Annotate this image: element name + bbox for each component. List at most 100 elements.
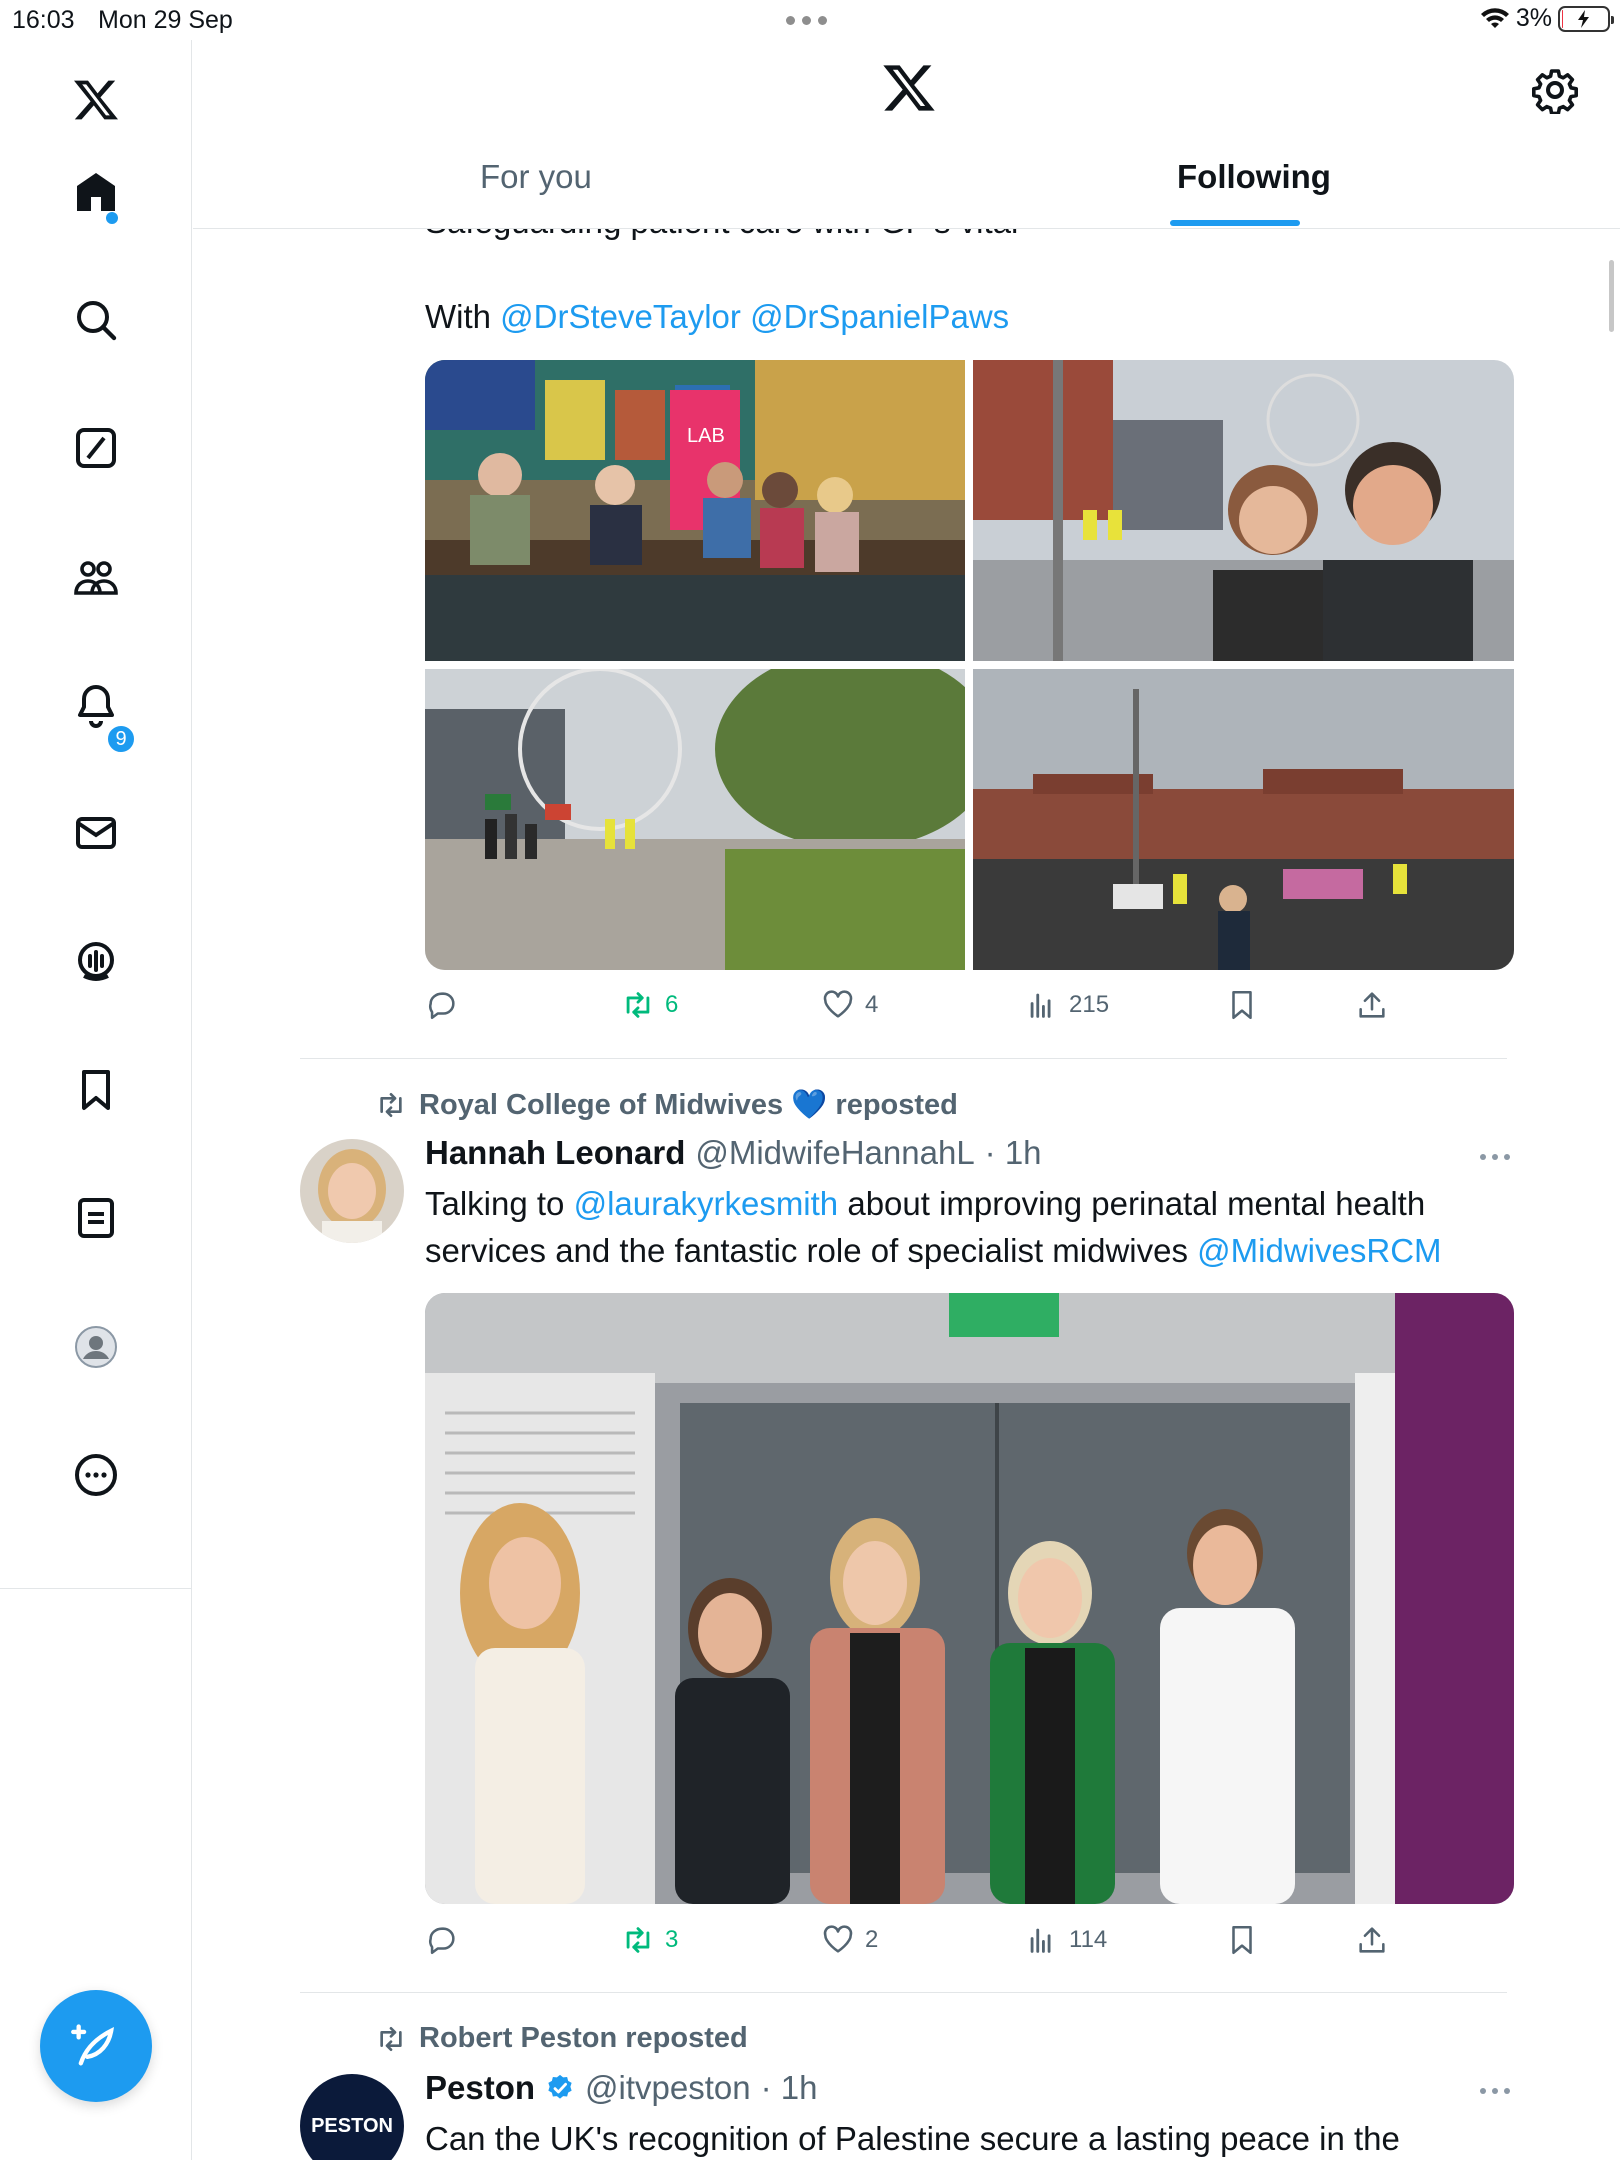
repost-count: 3 [665,1926,679,1953]
lists-icon[interactable] [66,1188,126,1248]
post-text: Can the UK's recognition of Palestine se… [425,2120,1400,2157]
like-count: 4 [865,991,879,1018]
post-actions: 6 4 215 [425,988,1515,1032]
like-button[interactable]: 4 [821,988,878,1022]
repost-icon [380,2026,402,2051]
x-logo-icon[interactable] [66,70,126,130]
post-more-icon[interactable] [1480,2088,1516,2098]
with-label: With [425,298,491,335]
views-button[interactable]: 114 [1025,1923,1107,1957]
more-icon[interactable] [66,1445,126,1505]
author-handle[interactable]: @itvpeston [585,2069,751,2107]
grok-icon[interactable] [66,418,126,478]
repost-context[interactable]: Robert Peston reposted [375,2022,748,2055]
post-photo-selfie[interactable] [973,360,1514,661]
heart-icon [823,1925,853,1953]
author-name[interactable]: Peston [425,2069,535,2107]
status-bar: 16:03 Mon 29 Sep 3% [0,0,1620,40]
reply-button[interactable] [425,988,469,1022]
reposted-by-label: Robert Peston reposted [419,2022,748,2054]
views-chart-icon [1030,993,1051,1018]
mention-link[interactable]: @DrSpanielPaws [750,298,1009,335]
heart-icon [823,990,853,1018]
post-time[interactable]: · 1h [761,2069,818,2107]
compose-post-button[interactable] [40,1990,152,2102]
x-logo-icon[interactable] [881,60,937,116]
reposted-by-label: Royal College of Midwives 💙 reposted [419,1089,958,1121]
post-photo-dock-crowd[interactable] [973,669,1514,970]
communities-icon[interactable] [66,547,126,607]
sidebar: 9 [0,40,192,2160]
avatar[interactable]: PESTON [300,2074,404,2160]
repost-context[interactable]: Royal College of Midwives 💙 reposted [375,1088,958,1122]
share-button[interactable] [1355,988,1389,1022]
post-time[interactable]: · 1h [985,1134,1042,1172]
spaces-icon[interactable] [66,932,126,992]
repost-button[interactable]: 3 [621,1923,678,1957]
status-right: 3% [1480,4,1614,33]
like-count: 2 [865,1926,879,1953]
reply-button[interactable] [425,1923,459,1957]
bookmark-icon [1232,1925,1252,1955]
share-icon [1359,1927,1385,1953]
post-more-icon[interactable] [1480,1154,1516,1164]
post-divider [300,1992,1507,1993]
repost-button[interactable]: 6 [621,988,678,1022]
notification-badge: 9 [106,724,136,754]
post-text: Talking to @laurakyrkesmith about improv… [425,1180,1515,1274]
svg-text:LAB: LAB [687,425,725,447]
top-header: For you Following [193,40,1620,229]
verified-badge-icon [548,2074,572,2099]
messages-icon[interactable] [66,803,126,863]
tab-for-you[interactable]: For you [480,158,592,196]
repost-icon [380,1093,402,1117]
scrollbar[interactable] [1609,260,1614,332]
repost-count: 6 [665,991,679,1018]
author-name[interactable]: Hannah Leonard [425,1134,685,1172]
views-button[interactable]: 215 [1025,988,1109,1022]
compose-post-icon [71,2024,115,2066]
tab-following[interactable]: Following [1177,158,1331,196]
mention-link[interactable]: @MidwivesRCM [1197,1232,1441,1269]
post-photo-panel-discussion[interactable]: LAB [425,360,965,661]
post-author-row: Hannah Leonard @MidwifeHannahL · 1h [425,1134,1042,1172]
status-date: Mon 29 Sep [98,6,233,34]
wifi-icon [1480,7,1509,28]
home-icon[interactable] [66,162,126,222]
bookmark-icon [1232,990,1252,1020]
post-photo-wheel-protest[interactable] [425,669,965,970]
search-icon[interactable] [66,290,126,350]
bookmark-button[interactable] [1225,1923,1259,1957]
profile-avatar-icon[interactable] [66,1317,126,1377]
post-author-row: Peston @itvpeston · 1h [425,2069,818,2107]
battery-percent: 3% [1515,4,1552,32]
like-button[interactable]: 2 [821,1923,878,1957]
bookmarks-icon[interactable] [66,1060,126,1120]
home-unread-dot [106,212,118,224]
view-count: 114 [1069,1926,1108,1953]
settings-gear-icon[interactable] [1531,66,1579,114]
reply-icon [429,1927,455,1955]
avatar[interactable] [300,1139,404,1243]
author-handle[interactable]: @MidwifeHannahL [695,1134,974,1172]
reply-icon [429,992,455,1020]
share-button[interactable] [1355,1923,1389,1957]
view-count: 215 [1069,991,1110,1018]
post-text-part: Talking to [425,1185,574,1222]
mention-link[interactable]: @laurakyrkesmith [574,1185,839,1222]
timeline-feed[interactable]: Safeguarding patient care with GP's vita… [193,229,1620,2160]
mention-link[interactable]: @DrSteveTaylor [500,298,741,335]
post-divider [300,1058,1507,1059]
post-photo-group[interactable] [425,1293,1514,1904]
bookmark-button[interactable] [1225,988,1259,1022]
avatar-text: PESTON [311,2114,393,2137]
battery-icon [1558,5,1614,32]
status-time: 16:03 [12,6,75,34]
active-tab-indicator [1170,220,1300,226]
sidebar-divider [0,1588,192,1589]
post-text: With @DrSteveTaylor @DrSpanielPaws [425,293,1515,340]
post-text-cut: Safeguarding patient care with GP's vita… [425,229,1018,241]
post-actions: 3 2 114 [425,1923,1515,1967]
multitasking-dots-icon[interactable] [786,16,827,25]
views-chart-icon [1030,1928,1051,1953]
